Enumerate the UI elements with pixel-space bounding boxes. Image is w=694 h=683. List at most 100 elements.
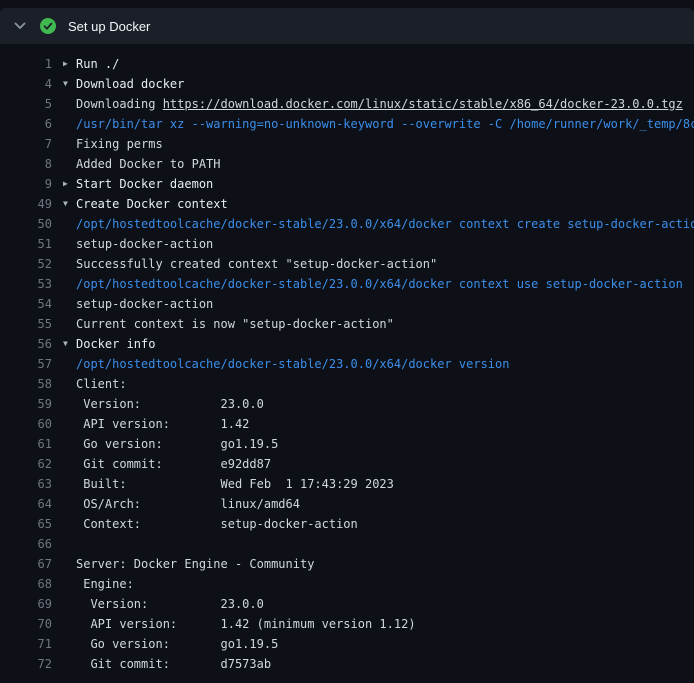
line-number[interactable]: 63 [0, 474, 52, 494]
log-text [76, 534, 694, 554]
expand-group-icon[interactable]: ▶ [52, 54, 76, 74]
line-number[interactable]: 57 [0, 354, 52, 374]
line-number[interactable]: 9 [0, 174, 52, 194]
line-number[interactable]: 60 [0, 414, 52, 434]
log-line: 54 setup-docker-action [0, 294, 694, 314]
marker-spacer [52, 154, 76, 174]
line-number[interactable]: 54 [0, 294, 52, 314]
log-line: 69 Version: 23.0.0 [0, 594, 694, 614]
log-line: 1▶Run ./ [0, 54, 694, 74]
line-number[interactable]: 70 [0, 614, 52, 634]
marker-spacer [52, 494, 76, 514]
check-circle-success-icon [40, 18, 56, 34]
line-number[interactable]: 71 [0, 634, 52, 654]
marker-spacer [52, 94, 76, 114]
log-text: Client: [76, 374, 694, 394]
line-number[interactable]: 69 [0, 594, 52, 614]
line-number[interactable]: 5 [0, 94, 52, 114]
line-number[interactable]: 67 [0, 554, 52, 574]
line-number[interactable]: 8 [0, 154, 52, 174]
log-line: 64 OS/Arch: linux/amd64 [0, 494, 694, 514]
log-text: Go version: go1.19.5 [76, 634, 694, 654]
line-number[interactable]: 72 [0, 654, 52, 674]
marker-spacer [52, 634, 76, 654]
log-text: Built: Wed Feb 1 17:43:29 2023 [76, 474, 694, 494]
collapse-group-icon[interactable]: ▼ [52, 194, 76, 214]
line-number[interactable]: 68 [0, 574, 52, 594]
marker-spacer [52, 414, 76, 434]
log-line: 67Server: Docker Engine - Community [0, 554, 694, 574]
log-line: 56▼Docker info [0, 334, 694, 354]
log-line: 59 Version: 23.0.0 [0, 394, 694, 414]
log-line: 60 API version: 1.42 [0, 414, 694, 434]
log-line: 53/opt/hostedtoolcache/docker-stable/23.… [0, 274, 694, 294]
marker-spacer [52, 474, 76, 494]
log-text: OS/Arch: linux/amd64 [76, 494, 694, 514]
line-number[interactable]: 52 [0, 254, 52, 274]
marker-spacer [52, 454, 76, 474]
log-line: 9▶Start Docker daemon [0, 174, 694, 194]
log-text: Version: 23.0.0 [76, 594, 694, 614]
line-number[interactable]: 51 [0, 234, 52, 254]
log-line: 66 [0, 534, 694, 554]
line-number[interactable]: 1 [0, 54, 52, 74]
marker-spacer [52, 614, 76, 634]
log-line: 4▼Download docker [0, 74, 694, 94]
marker-spacer [52, 594, 76, 614]
marker-spacer [52, 314, 76, 334]
marker-spacer [52, 394, 76, 414]
line-number[interactable]: 49 [0, 194, 52, 214]
log-text-prefix: Downloading [76, 97, 163, 111]
log-text: Go version: go1.19.5 [76, 434, 694, 454]
step-title: Set up Docker [68, 19, 150, 34]
log-text: Current context is now "setup-docker-act… [76, 314, 694, 334]
collapse-group-icon[interactable]: ▼ [52, 74, 76, 94]
log-text: Downloading https://download.docker.com/… [76, 94, 694, 114]
log-line: 68 Engine: [0, 574, 694, 594]
line-number[interactable]: 56 [0, 334, 52, 354]
log-line: 52Successfully created context "setup-do… [0, 254, 694, 274]
line-number[interactable]: 50 [0, 214, 52, 234]
step-header[interactable]: Set up Docker [0, 8, 694, 44]
chevron-down-icon[interactable] [12, 18, 28, 34]
log-lines: 1▶Run ./4▼Download docker5 Downloading ht… [0, 44, 694, 674]
log-text: API version: 1.42 (minimum version 1.12) [76, 614, 694, 634]
line-number[interactable]: 58 [0, 374, 52, 394]
line-number[interactable]: 62 [0, 454, 52, 474]
marker-spacer [52, 214, 76, 234]
collapse-group-icon[interactable]: ▼ [52, 334, 76, 354]
marker-spacer [52, 254, 76, 274]
line-number[interactable]: 4 [0, 74, 52, 94]
line-number[interactable]: 66 [0, 534, 52, 554]
line-number[interactable]: 7 [0, 134, 52, 154]
log-text: Fixing perms [76, 134, 694, 154]
log-text: setup-docker-action [76, 294, 694, 314]
marker-spacer [52, 434, 76, 454]
marker-spacer [52, 554, 76, 574]
log-line: 5 Downloading https://download.docker.com… [0, 94, 694, 114]
line-number[interactable]: 65 [0, 514, 52, 534]
log-text: Git commit: d7573ab [76, 654, 694, 674]
line-number[interactable]: 59 [0, 394, 52, 414]
log-line: 63 Built: Wed Feb 1 17:43:29 2023 [0, 474, 694, 494]
log-line: 57/opt/hostedtoolcache/docker-stable/23.… [0, 354, 694, 374]
expand-group-icon[interactable]: ▶ [52, 174, 76, 194]
log-text: /opt/hostedtoolcache/docker-stable/23.0.… [76, 274, 694, 294]
line-number[interactable]: 61 [0, 434, 52, 454]
marker-spacer [52, 654, 76, 674]
log-text: /opt/hostedtoolcache/docker-stable/23.0.… [76, 214, 694, 234]
line-number[interactable]: 53 [0, 274, 52, 294]
log-text: Added Docker to PATH [76, 154, 694, 174]
line-number[interactable]: 64 [0, 494, 52, 514]
marker-spacer [52, 294, 76, 314]
marker-spacer [52, 574, 76, 594]
log-line: 72 Git commit: d7573ab [0, 654, 694, 674]
log-line: 50/opt/hostedtoolcache/docker-stable/23.… [0, 214, 694, 234]
marker-spacer [52, 534, 76, 554]
marker-spacer [52, 234, 76, 254]
line-number[interactable]: 6 [0, 114, 52, 134]
log-text: /opt/hostedtoolcache/docker-stable/23.0.… [76, 354, 694, 374]
download-url-link[interactable]: https://download.docker.com/linux/static… [163, 97, 683, 111]
marker-spacer [52, 514, 76, 534]
line-number[interactable]: 55 [0, 314, 52, 334]
